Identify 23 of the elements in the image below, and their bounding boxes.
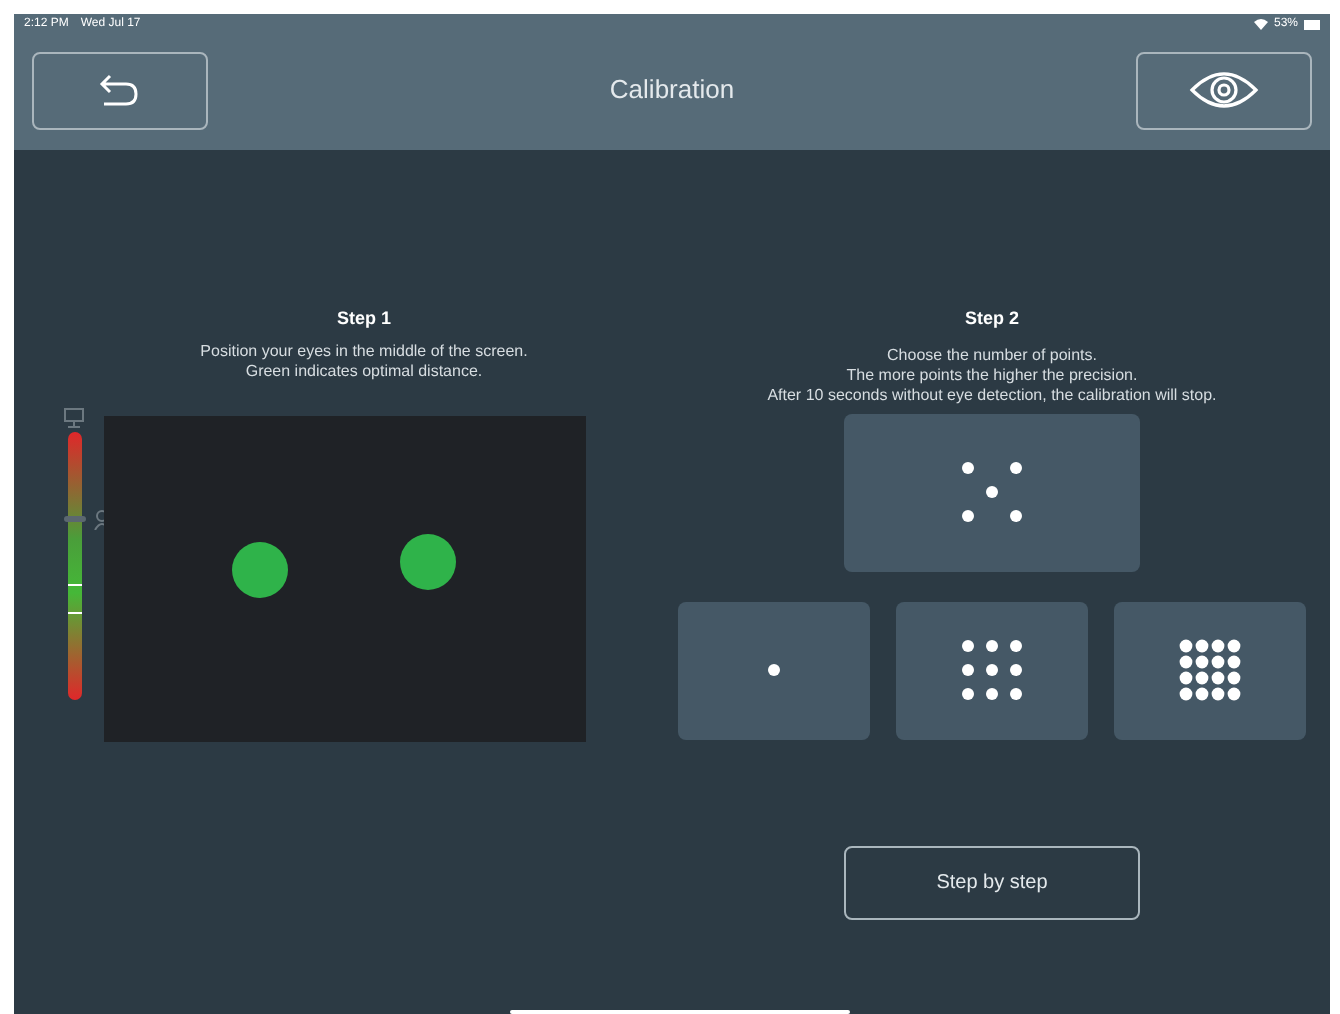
instruction-text: Green indicates optimal distance. [245,361,483,381]
instruction-text: Choose the number of points. [887,345,1097,365]
step-title: Step 1 [336,306,391,332]
instruction-text: After 10 seconds without eye detection, the calibration will stop. [767,385,1217,405]
back-arrow-icon [98,74,142,106]
eye-position-dot [232,541,288,597]
points-option[interactable] [1114,601,1306,739]
points-pattern-icon [766,662,782,678]
wifi-icon [1253,18,1268,30]
eye-position-dot [400,533,456,589]
back-button[interactable] [32,51,208,129]
step-by-step-button[interactable]: Step by step [844,845,1140,919]
battery-icon [1304,19,1320,29]
eye-button[interactable] [1136,51,1312,129]
points-pattern-icon [960,638,1024,702]
eye-icon [1188,70,1260,110]
step-title: Step 2 [964,306,1019,332]
page-title: Calibration [609,72,735,109]
monitor-icon [64,407,84,427]
instruction-text: Position your eyes in the middle of the screen. [200,341,528,361]
instruction-text: The more points the higher the precision. [846,365,1138,385]
points-pattern-icon [1178,638,1242,702]
points-option[interactable] [896,601,1088,739]
